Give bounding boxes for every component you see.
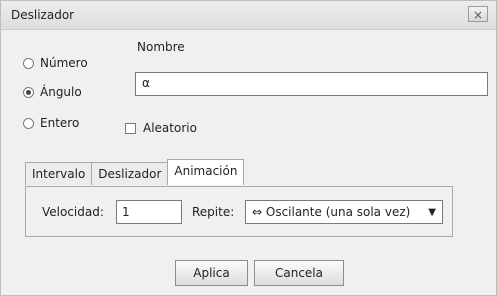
type-integer-option[interactable]: Entero [23, 114, 79, 132]
integer-label: Entero [40, 116, 80, 130]
type-number-option[interactable]: Número [23, 54, 88, 72]
close-icon: × [472, 8, 484, 22]
speed-label: Velocidad: [42, 205, 104, 219]
animation-panel: Velocidad: 1 Repite: ⇔ Oscilante (una so… [25, 186, 453, 237]
integer-radio[interactable] [23, 117, 34, 129]
random-option[interactable]: Aleatorio [125, 120, 197, 136]
tab-bar: Intervalo Deslizador Animación [25, 159, 245, 187]
speed-input[interactable]: 1 [116, 200, 182, 224]
name-label: Nombre [137, 40, 185, 54]
type-angle-option[interactable]: Ángulo [23, 83, 82, 101]
slider-dialog: Deslizador × Número Ángulo Entero Nombre… [0, 0, 497, 296]
titlebar: Deslizador × [1, 1, 496, 30]
repeat-label: Repite: [192, 205, 235, 219]
angle-label: Ángulo [40, 85, 82, 99]
cancel-button[interactable]: Cancela [254, 260, 344, 286]
tab-slider[interactable]: Deslizador [91, 162, 169, 185]
apply-button[interactable]: Aplica [175, 260, 248, 286]
repeat-select[interactable]: ⇔ Oscilante (una sola vez) ▼ [245, 200, 443, 224]
random-label: Aleatorio [143, 121, 197, 135]
name-input[interactable]: α [135, 72, 488, 96]
close-button[interactable]: × [468, 6, 488, 22]
repeat-selected-value: ⇔ Oscilante (una sola vez) [252, 205, 411, 219]
number-label: Número [40, 56, 88, 70]
number-radio[interactable] [23, 57, 34, 69]
chevron-down-icon: ▼ [428, 206, 436, 218]
random-checkbox[interactable] [125, 122, 136, 134]
tab-interval[interactable]: Intervalo [25, 162, 93, 185]
angle-radio[interactable] [23, 86, 34, 98]
dialog-title: Deslizador [11, 8, 75, 22]
tab-animation[interactable]: Animación [167, 159, 245, 185]
